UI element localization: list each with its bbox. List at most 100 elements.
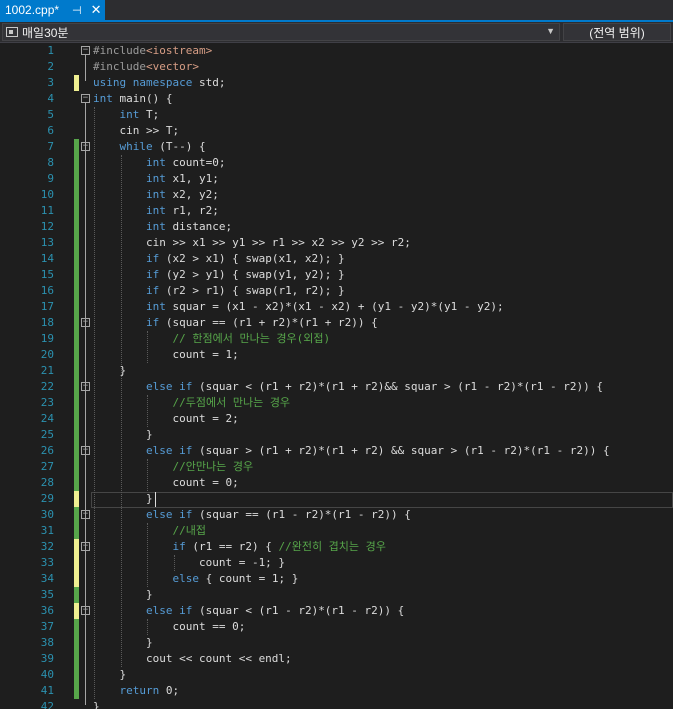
- code-line[interactable]: 28 count = 0;: [0, 475, 673, 491]
- code-text: else if (squar < (r1 - r2)*(r1 - r2)) {: [145, 604, 405, 617]
- code-line[interactable]: 5 int T;: [0, 107, 673, 123]
- line-number: 36: [40, 604, 54, 617]
- change-marker: [74, 587, 79, 603]
- line-number: 11: [40, 204, 54, 217]
- code-line[interactable]: 15 if (y2 > y1) { swap(y1, y2); }: [0, 267, 673, 283]
- change-marker: [74, 347, 79, 363]
- code-line[interactable]: 10 int x2, y2;: [0, 187, 673, 203]
- change-marker: [74, 459, 79, 475]
- change-marker: [74, 299, 79, 315]
- collapse-icon[interactable]: −: [81, 94, 90, 103]
- code-line[interactable]: 3 using namespace std;: [0, 75, 673, 91]
- code-text: if (squar == (r1 + r2)*(r1 + r2)) {: [145, 316, 378, 329]
- line-number: 7: [47, 140, 54, 153]
- code-line[interactable]: 6 cin >> T;: [0, 123, 673, 139]
- pin-icon[interactable]: ⊣: [72, 4, 82, 17]
- line-number: 27: [40, 460, 54, 473]
- change-marker: [74, 171, 79, 187]
- code-text: using namespace std;: [93, 76, 226, 89]
- code-line[interactable]: 41 return 0;: [0, 683, 673, 699]
- change-marker: [74, 219, 79, 235]
- change-marker: [74, 363, 79, 379]
- code-text: count = -1; }: [93, 556, 286, 569]
- code-line[interactable]: 7− while (T--) {: [0, 139, 673, 155]
- line-number: 25: [40, 428, 54, 441]
- code-line[interactable]: 26− else if (squar > (r1 + r2)*(r1 + r2)…: [0, 443, 673, 459]
- change-marker: [74, 139, 79, 155]
- code-text: }: [93, 428, 153, 441]
- code-line[interactable]: 8 int count=0;: [0, 155, 673, 171]
- line-number: 19: [40, 332, 54, 345]
- code-line[interactable]: 24 count = 2;: [0, 411, 673, 427]
- code-line[interactable]: 4 − int main() {: [0, 91, 673, 107]
- line-number: 31: [40, 524, 54, 537]
- change-marker: [74, 411, 79, 427]
- code-line[interactable]: 36− else if (squar < (r1 - r2)*(r1 - r2)…: [0, 603, 673, 619]
- change-marker: [74, 427, 79, 443]
- change-marker: [74, 155, 79, 171]
- code-line[interactable]: 39 cout << count << endl;: [0, 651, 673, 667]
- line-number: 4: [47, 92, 54, 105]
- code-line[interactable]: 14 if (x2 > x1) { swap(x1, x2); }: [0, 251, 673, 267]
- code-line[interactable]: 34 else { count = 1; }: [0, 571, 673, 587]
- code-text: int count=0;: [145, 156, 226, 169]
- code-line[interactable]: 12 int distance;: [0, 219, 673, 235]
- code-line[interactable]: 29 }: [0, 491, 673, 507]
- change-marker: [74, 539, 79, 555]
- change-marker: [74, 603, 79, 619]
- change-marker: [74, 667, 79, 683]
- line-number: 16: [40, 284, 54, 297]
- project-dropdown[interactable]: 매일30분 ▼: [2, 23, 560, 41]
- code-line[interactable]: 31 //내접: [0, 523, 673, 539]
- code-line[interactable]: 23 //두점에서 만나는 경우: [0, 395, 673, 411]
- fold-line: [85, 327, 86, 369]
- tab-1002-cpp[interactable]: 1002.cpp* ⊣ ✕: [0, 0, 105, 20]
- code-line[interactable]: 42}: [0, 699, 673, 709]
- code-line[interactable]: 17 int squar = (x1 - x2)*(x1 - x2) + (y1…: [0, 299, 673, 315]
- code-line[interactable]: 21 }: [0, 363, 673, 379]
- code-text: return 0;: [119, 684, 180, 697]
- code-line[interactable]: 2 #include<vector>: [0, 59, 673, 75]
- line-number: 35: [40, 588, 54, 601]
- line-number: 24: [40, 412, 54, 425]
- code-text: else if (squar == (r1 - r2)*(r1 - r2)) {: [145, 508, 411, 521]
- line-number: 6: [47, 124, 54, 137]
- code-line[interactable]: 37 count == 0;: [0, 619, 673, 635]
- change-marker: [74, 491, 79, 507]
- code-line[interactable]: 11 int r1, r2;: [0, 203, 673, 219]
- code-line[interactable]: 35 }: [0, 587, 673, 603]
- code-line[interactable]: 38 }: [0, 635, 673, 651]
- change-marker: [74, 315, 79, 331]
- code-line[interactable]: 40 }: [0, 667, 673, 683]
- code-line[interactable]: 32− if (r1 == r2) { //완전히 겹치는 경우: [0, 539, 673, 555]
- scope-dropdown[interactable]: (전역 범위): [563, 23, 671, 41]
- code-line[interactable]: 20 count = 1;: [0, 347, 673, 363]
- code-text: count = 0;: [93, 476, 239, 489]
- close-icon[interactable]: ✕: [91, 2, 102, 18]
- line-number: 42: [40, 700, 54, 709]
- change-marker: [74, 443, 79, 459]
- line-number: 33: [40, 556, 54, 569]
- code-line[interactable]: 9 int x1, y1;: [0, 171, 673, 187]
- collapse-icon[interactable]: −: [81, 46, 90, 55]
- line-number: 3: [47, 76, 54, 89]
- code-text: }: [93, 364, 127, 377]
- code-line[interactable]: 13 cin >> x1 >> y1 >> r1 >> x2 >> y2 >> …: [0, 235, 673, 251]
- fold-line: [85, 55, 86, 81]
- code-line[interactable]: 30− else if (squar == (r1 - r2)*(r1 - r2…: [0, 507, 673, 523]
- navigation-bar: 매일30분 ▼ (전역 범위): [0, 22, 673, 43]
- code-line[interactable]: 33 count = -1; }: [0, 555, 673, 571]
- code-editor[interactable]: 1− #include<iostream> 2 #include<vector> 3 us…: [0, 43, 673, 709]
- code-text: //두점에서 만나는 경우: [172, 396, 291, 409]
- text-cursor: [155, 492, 156, 507]
- code-line[interactable]: 19 // 한점에서 만나는 경우(외접): [0, 331, 673, 347]
- code-line[interactable]: 18− if (squar == (r1 + r2)*(r1 + r2)) {: [0, 315, 673, 331]
- line-number: 2: [47, 60, 54, 73]
- code-line[interactable]: 1 − #include<iostream>: [0, 43, 673, 59]
- code-line[interactable]: 22− else if (squar < (r1 + r2)*(r1 + r2)…: [0, 379, 673, 395]
- line-number: 9: [47, 172, 54, 185]
- code-line[interactable]: 25 }: [0, 427, 673, 443]
- code-line[interactable]: 27 //안만나는 경우: [0, 459, 673, 475]
- code-line[interactable]: 16 if (r2 > r1) { swap(r1, r2); }: [0, 283, 673, 299]
- code-text: int x2, y2;: [145, 188, 219, 201]
